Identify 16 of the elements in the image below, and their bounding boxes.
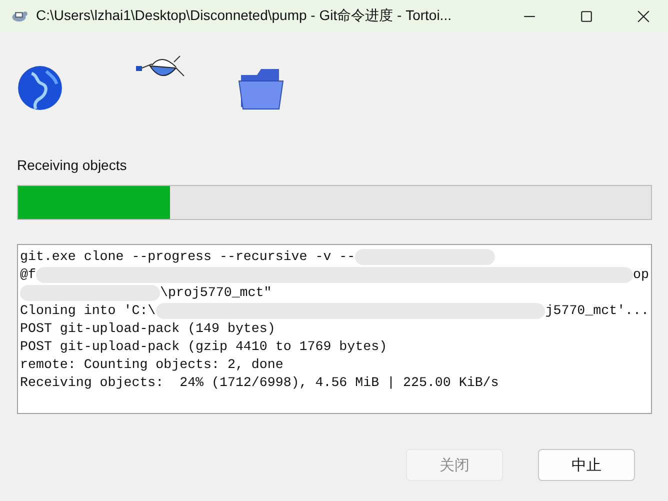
log-text: Cloning into 'C:\ xyxy=(20,302,156,320)
progress-label: Receiving objects xyxy=(17,157,128,173)
log-text: j5770_mct'... xyxy=(545,302,649,320)
maximize-icon[interactable] xyxy=(580,10,593,22)
log-text: @f xyxy=(20,266,36,284)
globe-icon xyxy=(17,65,63,111)
log-text: POST git-upload-pack (gzip 4410 to 1769 bytes) xyxy=(20,338,388,356)
log-text: remote: Counting objects: 2, done xyxy=(20,356,284,374)
close-icon[interactable] xyxy=(637,10,650,22)
log-text: \proj5770_mct" xyxy=(160,284,272,302)
log-text: Receiving objects: 24% (1712/6998), 4.56 MiB | 225.00 KiB/s xyxy=(20,374,499,392)
log-text: git.exe clone --progress --recursive -v -- xyxy=(20,248,356,266)
dialog-button[interactable]: 中止 xyxy=(538,449,635,481)
log-text: POST git-upload-pack (149 bytes) xyxy=(20,320,276,338)
window-title: C:\Users\lzhai1\Desktop\Disconneted\pump - Git命令进度 - Tortoi... xyxy=(36,7,452,25)
log-text: op xyxy=(633,266,649,284)
